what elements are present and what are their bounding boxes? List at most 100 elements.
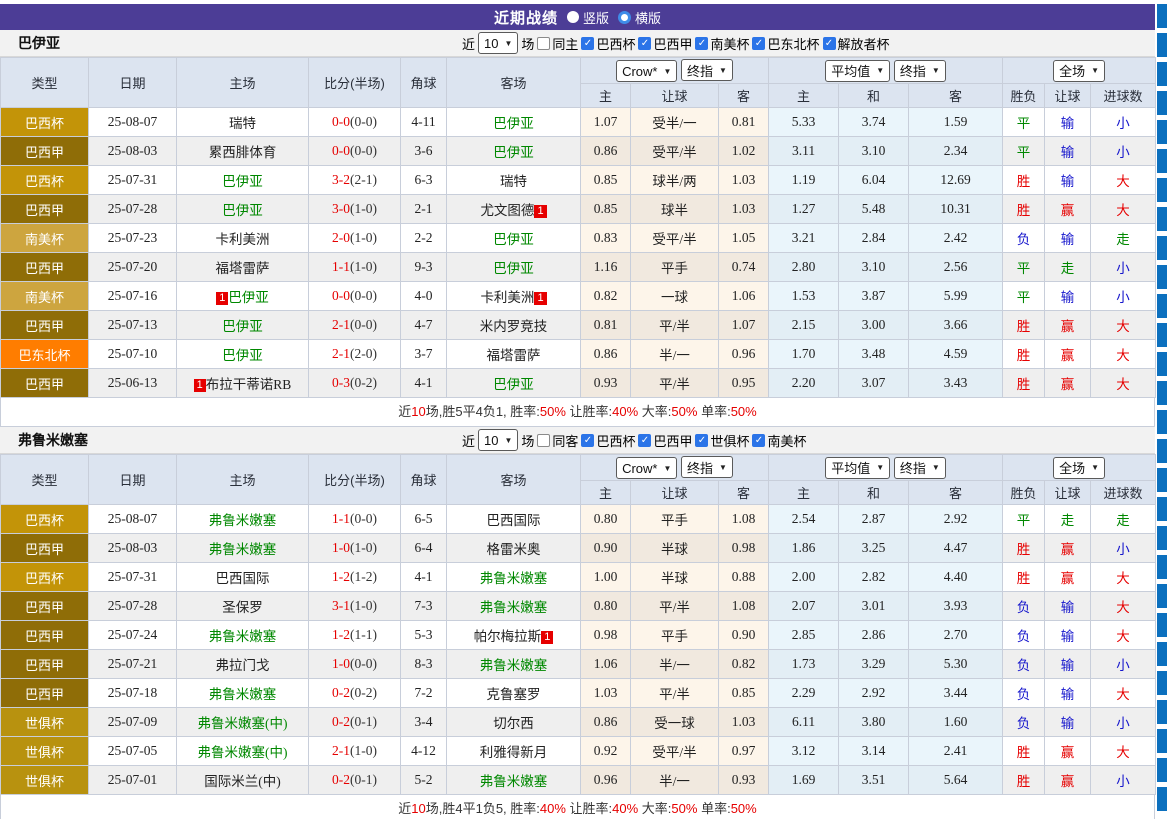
checkbox-icon[interactable]: ✓ bbox=[823, 37, 836, 50]
match-scope-select[interactable]: 全场▼ bbox=[1053, 457, 1105, 479]
average-odds: 1.27 bbox=[769, 195, 839, 224]
score: 0-0(0-0) bbox=[309, 137, 401, 166]
sub-header: 主 bbox=[769, 84, 839, 108]
sub-header: 进球数 bbox=[1091, 84, 1156, 108]
corners: 4-1 bbox=[401, 563, 447, 592]
match-row: 世俱杯 25-07-01 国际米兰(中) 0-2(0-1) 5-2 弗鲁米嫩塞 … bbox=[1, 766, 1156, 795]
league-badge: 巴西杯 bbox=[1, 505, 89, 534]
odds-stage-select[interactable]: 终指▼ bbox=[681, 59, 733, 81]
scope-group: 全场▼ bbox=[1003, 58, 1156, 84]
corners: 4-0 bbox=[401, 282, 447, 311]
home-team: 弗鲁米嫩塞 bbox=[177, 621, 309, 650]
radio-ring-icon[interactable] bbox=[618, 11, 631, 24]
result-flag: 大 bbox=[1091, 737, 1156, 766]
sub-header: 客 bbox=[719, 84, 769, 108]
result-flag: 平 bbox=[1003, 505, 1045, 534]
average-odds: 2.82 bbox=[839, 563, 909, 592]
league-filter-巴西杯[interactable]: ✓巴西杯 bbox=[581, 431, 635, 450]
result-flag: 输 bbox=[1045, 224, 1091, 253]
average-odds: 2.80 bbox=[769, 253, 839, 282]
checkbox-icon[interactable]: ✓ bbox=[581, 37, 594, 50]
league-badge: 世俱杯 bbox=[1, 708, 89, 737]
league-badge: 巴西甲 bbox=[1, 253, 89, 282]
odds-stage-2-select[interactable]: 终指▼ bbox=[894, 457, 946, 479]
league-filter-世俱杯[interactable]: ✓世俱杯 bbox=[695, 431, 749, 450]
league-filter-南美杯[interactable]: ✓南美杯 bbox=[695, 34, 749, 53]
handicap-odds: 0.81 bbox=[581, 311, 631, 340]
match-scope-select[interactable]: 全场▼ bbox=[1053, 60, 1105, 82]
away-team: 巴伊亚 bbox=[447, 137, 581, 166]
checkbox-icon[interactable]: ✓ bbox=[638, 37, 651, 50]
card-badge: 1 bbox=[216, 292, 228, 305]
radio-vertical[interactable]: 竖版 bbox=[567, 8, 609, 27]
same-venue-checkbox[interactable]: 同客 bbox=[537, 431, 578, 450]
league-filter-南美杯[interactable]: ✓南美杯 bbox=[752, 431, 806, 450]
handicap-odds: 1.02 bbox=[719, 137, 769, 166]
sub-header: 客 bbox=[909, 481, 1003, 505]
away-team: 巴伊亚 bbox=[447, 369, 581, 398]
league-filter-巴西甲[interactable]: ✓巴西甲 bbox=[638, 34, 692, 53]
odds-stage-2-select[interactable]: 终指▼ bbox=[894, 60, 946, 82]
average-odds: 10.31 bbox=[909, 195, 1003, 224]
corners: 3-4 bbox=[401, 708, 447, 737]
average-type-select[interactable]: 平均值▼ bbox=[825, 60, 890, 82]
away-team: 福塔雷萨 bbox=[447, 340, 581, 369]
home-team: 弗鲁米嫩塞 bbox=[177, 679, 309, 708]
result-flag: 负 bbox=[1003, 592, 1045, 621]
result-flag: 赢 bbox=[1045, 311, 1091, 340]
match-date: 25-07-21 bbox=[89, 650, 177, 679]
result-flag: 赢 bbox=[1045, 534, 1091, 563]
corners: 4-1 bbox=[401, 369, 447, 398]
checkbox-icon[interactable]: ✓ bbox=[752, 37, 765, 50]
handicap-odds: 平手 bbox=[631, 505, 719, 534]
average-type-select[interactable]: 平均值▼ bbox=[825, 457, 890, 479]
bookmaker-select[interactable]: Crow*▼ bbox=[616, 60, 677, 82]
handicap-odds: 0.82 bbox=[719, 650, 769, 679]
recent-count-select[interactable]: 10▼ bbox=[478, 32, 518, 54]
checkbox-icon[interactable]: ✓ bbox=[752, 434, 765, 447]
home-team: 弗鲁米嫩塞(中) bbox=[177, 737, 309, 766]
result-flag: 走 bbox=[1045, 253, 1091, 282]
handicap-odds: 1.08 bbox=[719, 592, 769, 621]
average-odds: 3.11 bbox=[769, 137, 839, 166]
handicap-odds: 0.85 bbox=[581, 166, 631, 195]
match-date: 25-06-13 bbox=[89, 369, 177, 398]
handicap-odds: 平/半 bbox=[631, 369, 719, 398]
handicap-odds: 0.96 bbox=[719, 340, 769, 369]
checkbox-icon[interactable] bbox=[537, 434, 550, 447]
average-odds: 4.47 bbox=[909, 534, 1003, 563]
score: 3-2(2-1) bbox=[309, 166, 401, 195]
checkbox-icon[interactable] bbox=[537, 37, 550, 50]
checkbox-icon[interactable]: ✓ bbox=[581, 434, 594, 447]
odds-stage-select[interactable]: 终指▼ bbox=[681, 456, 733, 478]
radio-filled-icon[interactable] bbox=[567, 11, 579, 23]
league-filter-解放者杯[interactable]: ✓解放者杯 bbox=[823, 34, 890, 53]
result-flag: 输 bbox=[1045, 137, 1091, 166]
result-flag: 大 bbox=[1091, 340, 1156, 369]
score: 1-2(1-1) bbox=[309, 621, 401, 650]
average-odds: 6.11 bbox=[769, 708, 839, 737]
checkbox-icon[interactable]: ✓ bbox=[695, 434, 708, 447]
score: 1-1(0-0) bbox=[309, 505, 401, 534]
column-header: 客场 bbox=[447, 455, 581, 505]
result-flag: 负 bbox=[1003, 679, 1045, 708]
sub-header: 让球 bbox=[631, 481, 719, 505]
handicap-odds: 0.93 bbox=[719, 766, 769, 795]
sub-header: 和 bbox=[839, 481, 909, 505]
checkbox-icon[interactable]: ✓ bbox=[695, 37, 708, 50]
recent-count-select[interactable]: 10▼ bbox=[478, 429, 518, 451]
checkbox-icon[interactable]: ✓ bbox=[638, 434, 651, 447]
corners: 8-3 bbox=[401, 650, 447, 679]
league-filter-巴西杯[interactable]: ✓巴西杯 bbox=[581, 34, 635, 53]
bookmaker-select[interactable]: Crow*▼ bbox=[616, 457, 677, 479]
average-odds: 2.29 bbox=[769, 679, 839, 708]
filter-controls: 近 10▼ 场 同主 ✓巴西杯✓巴西甲✓南美杯✓巴东北杯✓解放者杯 bbox=[462, 32, 890, 54]
sub-header: 客 bbox=[719, 481, 769, 505]
same-venue-checkbox[interactable]: 同主 bbox=[537, 34, 578, 53]
match-row: 巴西甲 25-07-20 福塔雷萨 1-1(1-0) 9-3 巴伊亚 1.16平… bbox=[1, 253, 1156, 282]
match-date: 25-07-24 bbox=[89, 621, 177, 650]
league-filter-巴西甲[interactable]: ✓巴西甲 bbox=[638, 431, 692, 450]
handicap-odds: 受平/半 bbox=[631, 137, 719, 166]
league-filter-巴东北杯[interactable]: ✓巴东北杯 bbox=[752, 34, 819, 53]
radio-horizontal[interactable]: 横版 bbox=[618, 8, 661, 27]
